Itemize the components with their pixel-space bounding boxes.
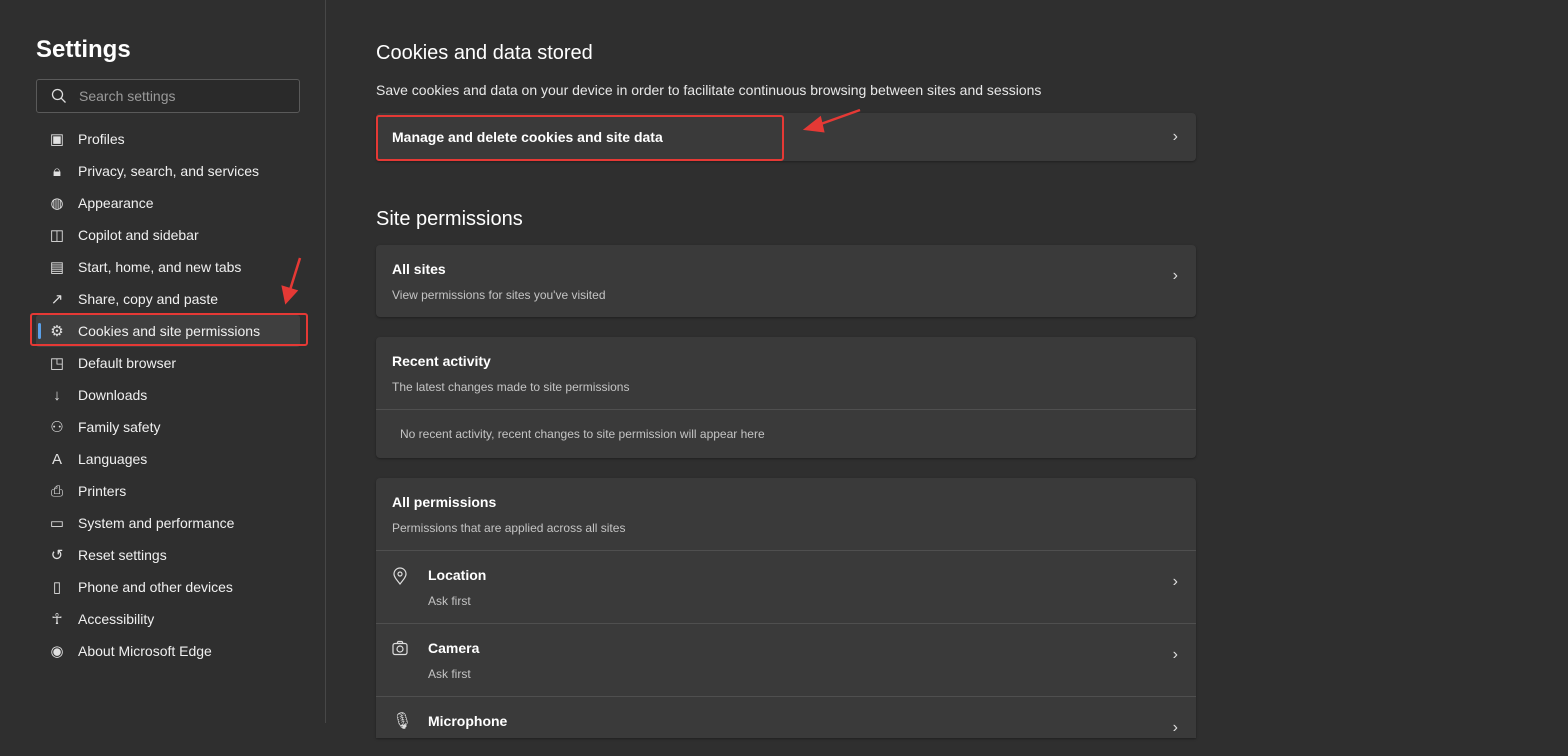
family-icon: ⚇ — [50, 419, 64, 436]
languages-icon: A — [51, 450, 62, 468]
camera-icon — [392, 640, 408, 656]
cookies-description: Save cookies and data on your device in … — [376, 82, 1042, 98]
accessibility-icon: ☥ — [51, 611, 63, 628]
home-tabs-icon: ▤ — [49, 259, 65, 276]
annotation-box-cookies — [30, 313, 308, 346]
sidebar-item-label: Appearance — [78, 195, 154, 211]
sidebar-item-profiles[interactable]: ▣ Profiles — [36, 123, 300, 155]
search-input[interactable] — [79, 88, 279, 104]
all-permissions-card: All permissions Permissions that are appl… — [376, 478, 1196, 738]
default-browser-icon: ◳ — [49, 355, 65, 372]
sidebar-item-label: Privacy, search, and services — [78, 163, 260, 179]
permission-title: Camera — [428, 639, 480, 656]
all-permissions-title: All permissions — [392, 493, 497, 510]
sidebar-item-label: Default browser — [78, 355, 177, 371]
recent-activity-subtitle: The latest changes made to site permissi… — [392, 379, 630, 394]
sidebar-item-label: Reset settings — [78, 547, 167, 563]
sidebar-item-label: About Microsoft Edge — [78, 643, 212, 659]
sidebar-item-label: Phone and other devices — [78, 579, 233, 595]
sidebar-item-printers[interactable]: ⎙ Printers — [36, 475, 300, 507]
sidebar-item-label: Profiles — [78, 131, 125, 147]
profile-icon: ▣ — [49, 131, 65, 148]
sidebar-item-label: Start, home, and new tabs — [78, 259, 242, 275]
sidebar-item-label: Languages — [78, 451, 148, 467]
microphone-icon: 🎙︎ — [392, 713, 413, 730]
sidebar-item-reset[interactable]: ↺ Reset settings — [36, 539, 300, 571]
sidebar-item-label: System and performance — [78, 515, 235, 531]
lock-icon: 🔒︎ — [53, 162, 61, 180]
phone-icon: ▯ — [52, 579, 62, 596]
recent-activity-title: Recent activity — [392, 352, 491, 369]
all-sites-subtitle: View permissions for sites you've visite… — [392, 287, 606, 302]
sidebar-item-appearance[interactable]: ◍ Appearance — [36, 187, 300, 219]
permission-microphone[interactable]: 🎙︎ Microphone › — [376, 696, 1196, 756]
chevron-right-icon: › — [1172, 128, 1178, 145]
cookies-heading: Cookies and data stored — [376, 42, 593, 64]
laptop-icon: ▭ — [49, 515, 65, 532]
sidebar-item-label: Printers — [78, 483, 127, 499]
sidebar-item-family[interactable]: ⚇ Family safety — [36, 411, 300, 443]
chevron-right-icon: › — [1172, 267, 1178, 284]
annotation-box-manage — [376, 115, 784, 161]
search-icon — [51, 88, 66, 103]
share-icon: ↗ — [50, 291, 64, 308]
sidebar-item-label: Accessibility — [78, 611, 155, 627]
sidebar-item-share[interactable]: ↗ Share, copy and paste — [36, 283, 300, 315]
permission-title: Location — [428, 566, 487, 583]
printer-icon: ⎙ — [50, 482, 63, 500]
recent-activity-empty: No recent activity, recent changes to si… — [400, 427, 765, 441]
sidebar: Settings ▣ Profiles 🔒︎ Privacy, search, an… — [0, 0, 326, 723]
recent-activity-card: Recent activity The latest changes made t… — [376, 337, 1196, 458]
search-box[interactable] — [36, 79, 300, 113]
settings-nav: ▣ Profiles 🔒︎ Privacy, search, and service… — [36, 123, 300, 667]
settings-title: Settings — [36, 36, 131, 63]
site-permissions-heading: Site permissions — [376, 208, 523, 230]
sidebar-item-system[interactable]: ▭ System and performance — [36, 507, 300, 539]
chevron-right-icon: › — [1172, 573, 1178, 590]
sidebar-item-phone[interactable]: ▯ Phone and other devices — [36, 571, 300, 603]
download-icon: ↓ — [53, 386, 61, 404]
edge-icon: ◉ — [50, 643, 64, 660]
all-permissions-subtitle: Permissions that are applied across all … — [392, 520, 626, 535]
chevron-right-icon: › — [1172, 646, 1178, 663]
sidebar-item-downloads[interactable]: ↓ Downloads — [36, 379, 300, 411]
all-sites-card[interactable]: All sites View permissions for sites you'… — [376, 245, 1196, 317]
location-icon — [393, 567, 407, 585]
permission-location[interactable]: Location Ask first › — [376, 550, 1196, 623]
permission-value: Ask first — [428, 593, 471, 608]
sidebar-item-accessibility[interactable]: ☥ Accessibility — [36, 603, 300, 635]
sidebar-item-label: Family safety — [78, 419, 161, 435]
reset-icon: ↺ — [50, 547, 64, 564]
sidebar-item-about[interactable]: ◉ About Microsoft Edge — [36, 635, 300, 667]
sidebar-item-copilot[interactable]: ◫ Copilot and sidebar — [36, 219, 300, 251]
sidebar-item-label: Share, copy and paste — [78, 291, 219, 307]
chevron-right-icon: › — [1172, 719, 1178, 736]
sidebar-item-privacy[interactable]: 🔒︎ Privacy, search, and services — [36, 155, 300, 187]
sidebar-item-label: Downloads — [78, 387, 148, 403]
sidebar-item-start-home[interactable]: ▤ Start, home, and new tabs — [36, 251, 300, 283]
sidebar-item-label: Copilot and sidebar — [78, 227, 199, 243]
permission-value: Ask first — [428, 666, 471, 681]
permission-camera[interactable]: Camera Ask first › — [376, 623, 1196, 696]
sidebar-icon: ◫ — [49, 227, 65, 244]
permission-title: Microphone — [428, 713, 508, 729]
sidebar-item-languages[interactable]: A Languages — [36, 443, 300, 475]
all-sites-title: All sites — [392, 260, 446, 277]
palette-icon: ◍ — [50, 195, 64, 212]
sidebar-item-default-browser[interactable]: ◳ Default browser — [36, 347, 300, 379]
